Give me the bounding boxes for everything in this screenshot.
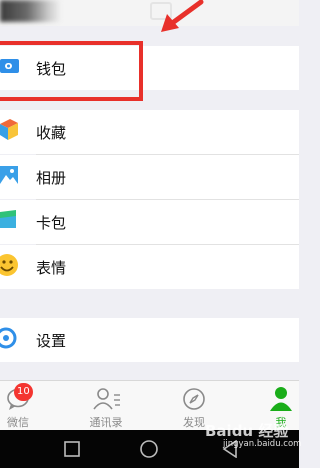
profile-strip[interactable] [0,0,299,26]
unread-badge: 10 [14,383,33,401]
contacts-icon [93,388,120,410]
menu-item-settings[interactable]: 设置 [0,318,299,362]
gear-icon [0,327,20,353]
menu-item-album[interactable]: 相册 [0,155,299,199]
menu-item-cards[interactable]: 卡包 [0,200,299,244]
favorites-cube-icon [0,119,20,145]
album-icon [0,166,20,188]
tab-contacts[interactable]: 通讯录 [76,381,136,431]
menu-item-label: 表情 [36,258,67,277]
watermark-brand: Baidu 经验 [205,422,289,440]
recent-apps-icon[interactable] [64,441,80,457]
menu-item-label: 设置 [36,331,67,350]
person-icon [270,387,292,411]
smiley-icon [0,254,20,280]
card-package-icon [0,210,20,234]
compass-icon [183,388,205,410]
pointer-arrow-icon [161,0,204,32]
home-icon[interactable] [139,439,159,459]
menu-item-label: 卡包 [36,213,67,232]
menu-item-stickers[interactable]: 表情 [0,245,299,289]
tab-chats[interactable]: 10 微信 [0,381,48,431]
avatar [0,0,60,22]
menu-item-favorites[interactable]: 收藏 [0,110,299,154]
tab-label: 通讯录 [89,416,123,429]
menu-item-label: 相册 [36,168,67,187]
wallet-highlight-box [0,41,143,101]
watermark-url: jingyan.baidu.com [223,439,302,449]
menu-item-label: 收藏 [36,123,67,142]
baidu-watermark: Baidu 经验 jingyan.baidu.com [205,420,302,464]
tab-label: 微信 [7,416,29,429]
